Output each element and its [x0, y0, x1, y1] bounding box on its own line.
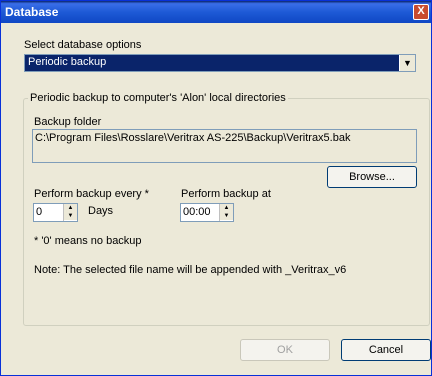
- backup-every-value: 0: [36, 206, 43, 218]
- close-icon[interactable]: X: [413, 4, 429, 20]
- backup-every-label: Perform backup every *: [34, 188, 149, 200]
- ok-button[interactable]: OK: [240, 339, 330, 361]
- spin-down-icon[interactable]: ▼: [64, 212, 77, 220]
- backup-at-spinner[interactable]: ▲ ▼: [219, 204, 233, 221]
- browse-button[interactable]: Browse...: [327, 166, 417, 188]
- chevron-down-icon[interactable]: ▼: [399, 55, 415, 71]
- spin-up-icon[interactable]: ▲: [64, 204, 77, 212]
- footnote-text: * '0' means no backup: [34, 235, 142, 247]
- backup-at-value: 00:00: [183, 206, 211, 218]
- group-title: Periodic backup to computer's 'Alon' loc…: [28, 92, 288, 104]
- database-options-select[interactable]: Periodic backup ▼: [24, 54, 416, 72]
- database-dialog: Database X Select database options Perio…: [0, 0, 432, 376]
- backup-every-spinner[interactable]: ▲ ▼: [63, 204, 77, 221]
- backup-folder-value: C:\Program Files\Rosslare\Veritrax AS-22…: [35, 132, 351, 144]
- backup-folder-field: C:\Program Files\Rosslare\Veritrax AS-22…: [32, 129, 417, 163]
- window-title: Database: [5, 5, 59, 19]
- backup-at-label: Perform backup at: [181, 188, 271, 200]
- cancel-button[interactable]: Cancel: [341, 339, 431, 361]
- backup-at-input[interactable]: 00:00 ▲ ▼: [180, 203, 234, 222]
- backup-folder-label: Backup folder: [34, 116, 102, 128]
- backup-every-input[interactable]: 0 ▲ ▼: [33, 203, 78, 222]
- spin-up-icon[interactable]: ▲: [220, 204, 233, 212]
- selected-option: Periodic backup: [28, 56, 107, 68]
- days-label: Days: [88, 205, 114, 217]
- title-bar[interactable]: Database X: [1, 1, 431, 23]
- options-label: Select database options: [24, 39, 142, 51]
- spin-down-icon[interactable]: ▼: [220, 212, 233, 220]
- note-text: Note: The selected file name will be app…: [34, 264, 347, 276]
